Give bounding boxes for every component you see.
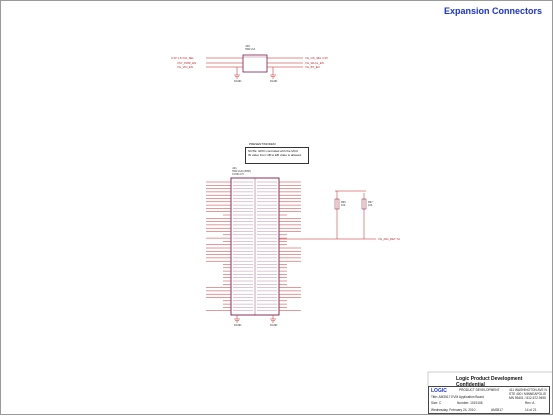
main-connector: J41 HDR 2x40 (BSH) CONN-FH [230,166,280,316]
rev-label: Rev: [525,401,532,405]
svg-text:3.3V 1.8 VIO_SEL: 3.3V 1.8 VIO_SEL [171,56,194,60]
svg-text:10K: 10K [341,204,346,207]
svg-text:DGND: DGND [234,80,242,83]
svg-text:HDR 2x3: HDR 2x3 [245,48,256,51]
project-value: AM3517 [491,408,503,412]
company-dept: PRODUCT DEVELOPMENT [459,388,500,392]
doc-value: 1019106 [470,401,483,405]
svg-text:VG_OS_SEL 3.3V: VG_OS_SEL 3.3V [305,56,328,60]
schematic-sheet: Expansion Connectors J40 HDR 2x3 3.3V 1.… [0,0,553,415]
company-logo: LOGIC [431,388,447,394]
svg-text:10K: 10K [368,204,373,207]
svg-text:VG_DIG_DET 7A: VG_DIG_DET 7A [378,237,400,241]
top-connector: J40 HDR 2x3 3.3V 1.8 VIO_SEL VSY_PWR_EN … [171,44,328,83]
connector-pins [206,181,301,311]
company-address: 411 WASHINGTON AVE N STE 400 / MINNEAPOL… [509,388,547,400]
rev-value: A [532,401,535,405]
doc-label: Number: [457,401,470,405]
date-value: Wednesday, February 24, 2010 [431,408,476,412]
svg-text:VG_BT_EN: VG_BT_EN [305,65,320,69]
svg-text:DGND: DGND [270,80,278,83]
size-label: Size: [431,401,439,405]
main-connector-grounds: DGND DGND [234,315,278,327]
title-value: AM3517 EVM Application Board [438,395,484,399]
size-value: C [438,401,442,405]
svg-text:DGND: DGND [270,324,278,327]
title-label: Title: [431,395,438,399]
svg-text:DGND: DGND [234,324,242,327]
note-box: NOTE: GPIO controlled with the MCU ID va… [245,147,309,164]
schematic-drawing: J40 HDR 2x3 3.3V 1.8 VIO_SEL VSY_PWR_EN … [171,44,553,386]
note-label: PRESENT/MODEM [249,142,276,146]
title-block: LOGIC PRODUCT DEVELOPMENT 411 WASHINGTON… [428,386,550,414]
svg-text:CONN-FH: CONN-FH [232,173,244,176]
note-line-2: ID value from UB to EB video is allowed. [248,153,302,157]
svg-text:VG_VIO_EN: VG_VIO_EN [177,65,193,69]
sheet-value: 14 of 21 [525,408,537,412]
